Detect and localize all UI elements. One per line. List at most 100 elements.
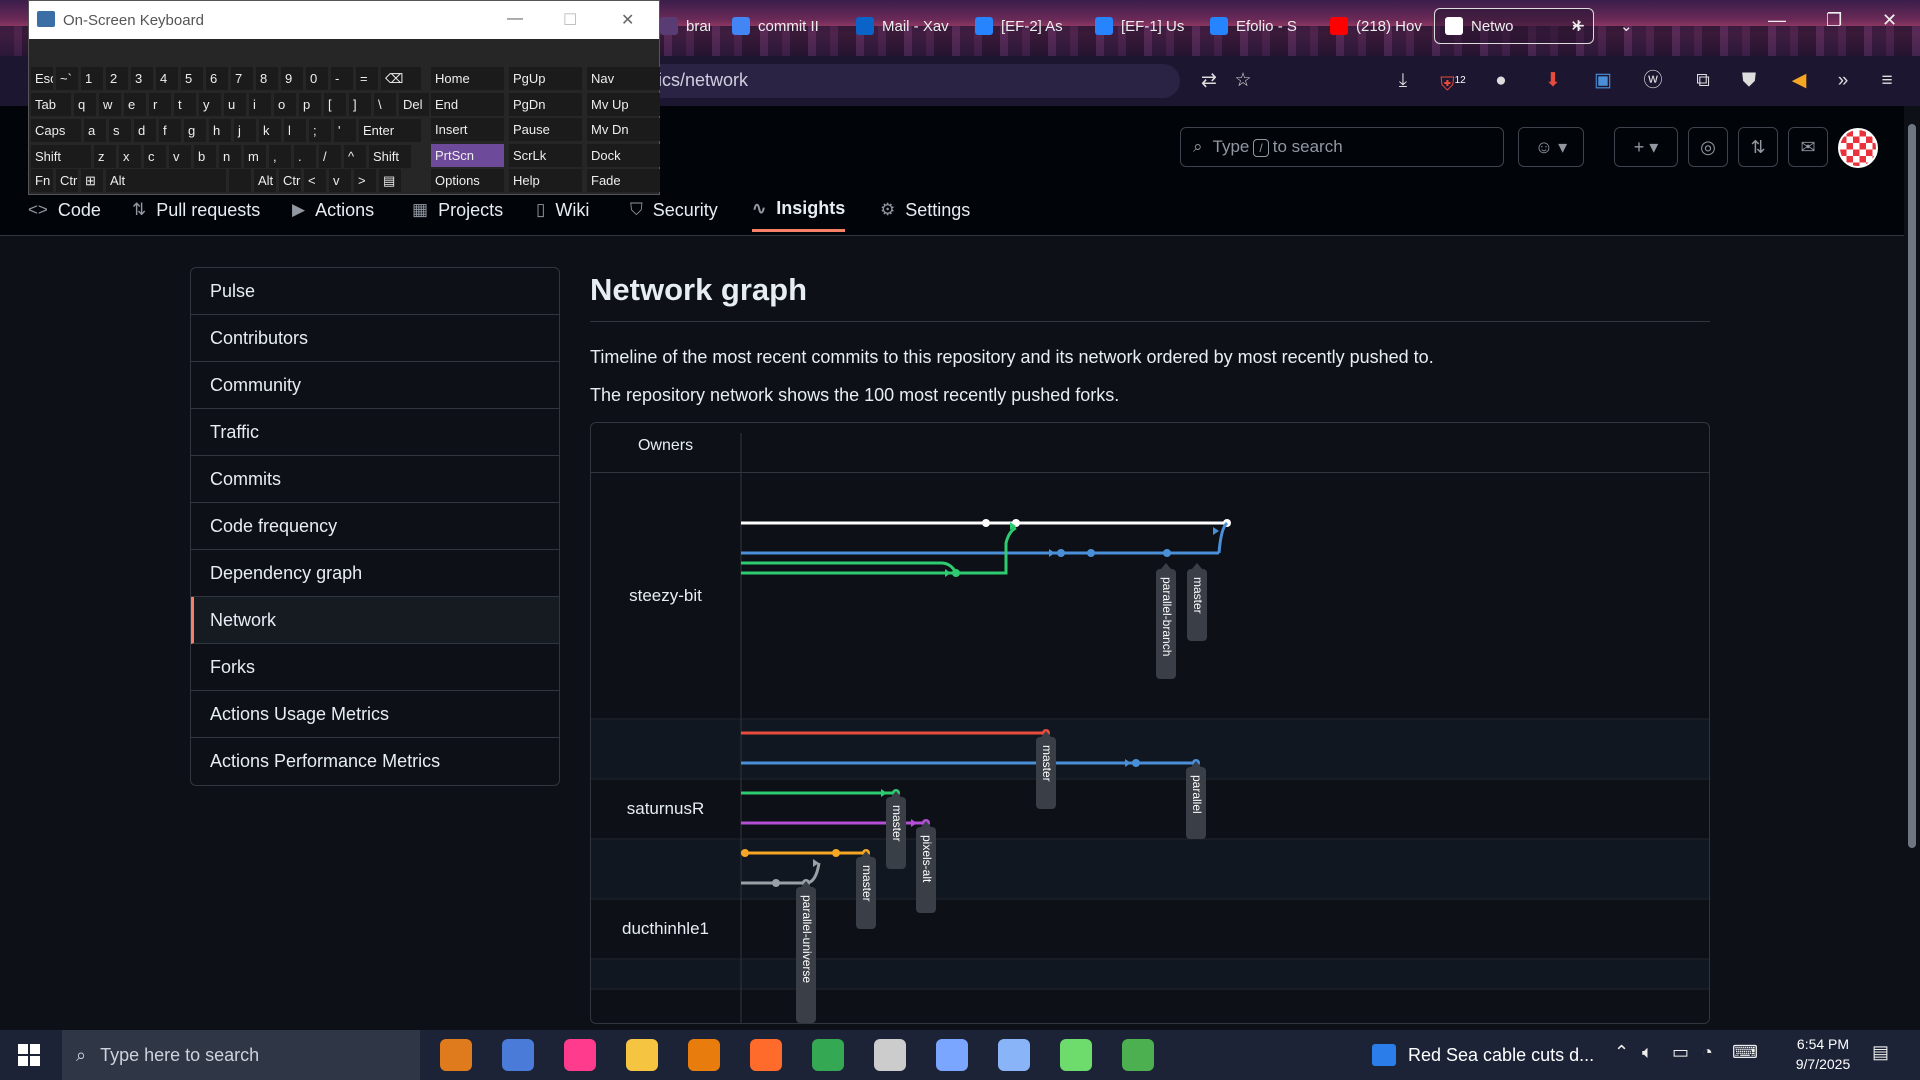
osk-key[interactable]: . <box>294 145 316 168</box>
osk-key[interactable]: x <box>119 145 141 168</box>
osk-key[interactable]: [ <box>324 93 346 116</box>
osk-key[interactable]: Help <box>509 169 582 192</box>
osk-key[interactable]: z <box>94 145 116 168</box>
scrollbar-track[interactable] <box>1904 106 1920 1030</box>
osk-key[interactable]: ~` <box>56 67 78 90</box>
extensions-puzzle-icon[interactable]: ⧉ <box>1690 68 1716 94</box>
notification-center-icon[interactable]: ▤ <box>1872 1042 1889 1063</box>
extension-speaker-icon[interactable]: ◀ <box>1786 68 1812 94</box>
address-bar[interactable]: ics/network <box>640 64 1180 98</box>
osk-key[interactable]: / <box>319 145 341 168</box>
osk-key[interactable]: 6 <box>206 67 228 90</box>
osk-key[interactable]: Home <box>431 67 504 90</box>
osk-key[interactable]: Shift <box>369 145 411 168</box>
system-clock[interactable]: 6:54 PM 9/7/2025 <box>1768 1034 1878 1074</box>
restore-icon[interactable]: ❐ <box>1826 10 1842 31</box>
sidebar-item-pulse[interactable]: Pulse <box>191 268 559 315</box>
copilot-button[interactable]: ☺ ▾ <box>1518 127 1584 167</box>
tab-insights[interactable]: ∿ Insights <box>752 188 846 232</box>
menu-icon[interactable]: ≡ <box>1874 68 1900 94</box>
commit-dot[interactable] <box>832 849 840 857</box>
branch-label[interactable]: master <box>1040 745 1054 782</box>
osk-key[interactable]: ▤ <box>379 169 401 192</box>
osk-key[interactable]: n <box>219 145 241 168</box>
commit-dot[interactable] <box>982 519 990 527</box>
osk-key[interactable]: Alt <box>254 169 276 192</box>
taskbar-app-icon[interactable] <box>440 1039 472 1071</box>
extension-shield-icon[interactable]: ⛊ <box>1736 68 1762 94</box>
osk-key[interactable]: u <box>224 93 246 116</box>
osk-key[interactable]: \ <box>374 93 396 116</box>
extension-w-icon[interactable]: ⓦ <box>1640 68 1666 94</box>
osk-key[interactable]: m <box>244 145 266 168</box>
extension-pocket-icon[interactable]: ⬇ <box>1540 68 1566 94</box>
new-tab-button[interactable]: + <box>1562 8 1594 44</box>
start-button[interactable] <box>18 1044 40 1066</box>
browser-tab-4[interactable]: [EF-1] Us <box>1085 8 1190 44</box>
sidebar-item-contributors[interactable]: Contributors <box>191 315 559 362</box>
tab-settings[interactable]: ⚙ Settings <box>880 188 970 232</box>
pull-requests-button[interactable]: ⇅ <box>1738 127 1778 167</box>
osk-key[interactable]: d <box>134 119 156 142</box>
commit-dot[interactable] <box>1087 549 1095 557</box>
commit-dot[interactable] <box>952 569 960 577</box>
osk-key[interactable]: 5 <box>181 67 203 90</box>
sidebar-item-actions-performance-metrics[interactable]: Actions Performance Metrics <box>191 738 559 785</box>
osk-key[interactable]: h <box>209 119 231 142</box>
browser-tab-2[interactable]: Mail - Xav <box>846 8 956 44</box>
osk-key[interactable]: PrtScn <box>431 143 504 167</box>
osk-key[interactable]: y <box>199 93 221 116</box>
osk-key[interactable]: 0 <box>306 67 328 90</box>
browser-tab-6[interactable]: (218) Hov <box>1320 8 1425 44</box>
sidebar-item-community[interactable]: Community <box>191 362 559 409</box>
osk-key[interactable]: o <box>274 93 296 116</box>
taskbar-app-icon[interactable] <box>1122 1039 1154 1071</box>
commit-dot[interactable] <box>1057 549 1065 557</box>
taskbar-app-icon[interactable] <box>998 1039 1030 1071</box>
osk-key[interactable]: s <box>109 119 131 142</box>
osk-key[interactable]: a <box>84 119 106 142</box>
commit-dot[interactable] <box>1163 549 1171 557</box>
osk-key[interactable]: PgDn <box>509 92 582 116</box>
taskbar-app-icon[interactable] <box>1060 1039 1092 1071</box>
osk-maximize-icon[interactable]: ☐ <box>563 10 577 30</box>
network-graph[interactable]: Owners steezy-bitShaylaPham18saturnusRem… <box>590 422 1710 1024</box>
osk-key[interactable]: Pause <box>509 118 582 141</box>
osk-key[interactable]: 7 <box>231 67 253 90</box>
osk-key[interactable]: ^ <box>344 145 366 168</box>
osk-key[interactable]: r <box>149 93 171 116</box>
avatar[interactable] <box>1838 128 1878 168</box>
create-new-button[interactable]: + ▾ <box>1614 127 1678 167</box>
osk-key[interactable]: Esc <box>31 67 53 90</box>
osk-key[interactable]: ScrLk <box>509 143 582 167</box>
wifi-icon[interactable]: ◔ <box>1702 1042 1713 1063</box>
osk-key[interactable]: k <box>259 119 281 142</box>
osk-key[interactable]: Insert <box>431 118 504 141</box>
osk-key[interactable]: j <box>234 119 256 142</box>
browser-tab-1[interactable]: commit II <box>722 8 836 44</box>
osk-key[interactable]: ' <box>334 119 356 142</box>
extension-icon[interactable]: ● <box>1488 68 1514 94</box>
osk-close-icon[interactable]: ✕ <box>621 10 634 30</box>
osk-key[interactable]: Mv Dn <box>587 118 660 141</box>
news-widget[interactable]: Red Sea cable cuts d... <box>1372 1030 1594 1080</box>
osk-key[interactable]: g <box>184 119 206 142</box>
osk-key[interactable]: 3 <box>131 67 153 90</box>
extension-ublock-icon[interactable]: ⛨12 <box>1440 68 1466 95</box>
sidebar-item-traffic[interactable]: Traffic <box>191 409 559 456</box>
scrollbar-thumb[interactable] <box>1908 124 1916 848</box>
osk-key[interactable]: , <box>269 145 291 168</box>
osk-key[interactable]: 2 <box>106 67 128 90</box>
osk-key[interactable]: Enter <box>359 119 421 142</box>
taskbar-app-icon[interactable] <box>936 1039 968 1071</box>
branch-label[interactable]: pixels-alt <box>920 835 934 883</box>
osk-key[interactable]: Del <box>399 93 429 116</box>
osk-key[interactable]: Nav <box>587 67 660 90</box>
taskbar-app-icon[interactable] <box>812 1039 844 1071</box>
osk-key[interactable] <box>229 169 251 192</box>
taskbar-search[interactable]: ⌕ Type here to search <box>62 1030 420 1080</box>
close-window-icon[interactable]: ✕ <box>1882 10 1897 31</box>
osk-key[interactable]: v <box>329 169 351 192</box>
osk-title-bar[interactable]: On-Screen Keyboard — ☐ ✕ <box>29 1 659 39</box>
branch-label[interactable]: master <box>860 865 874 902</box>
